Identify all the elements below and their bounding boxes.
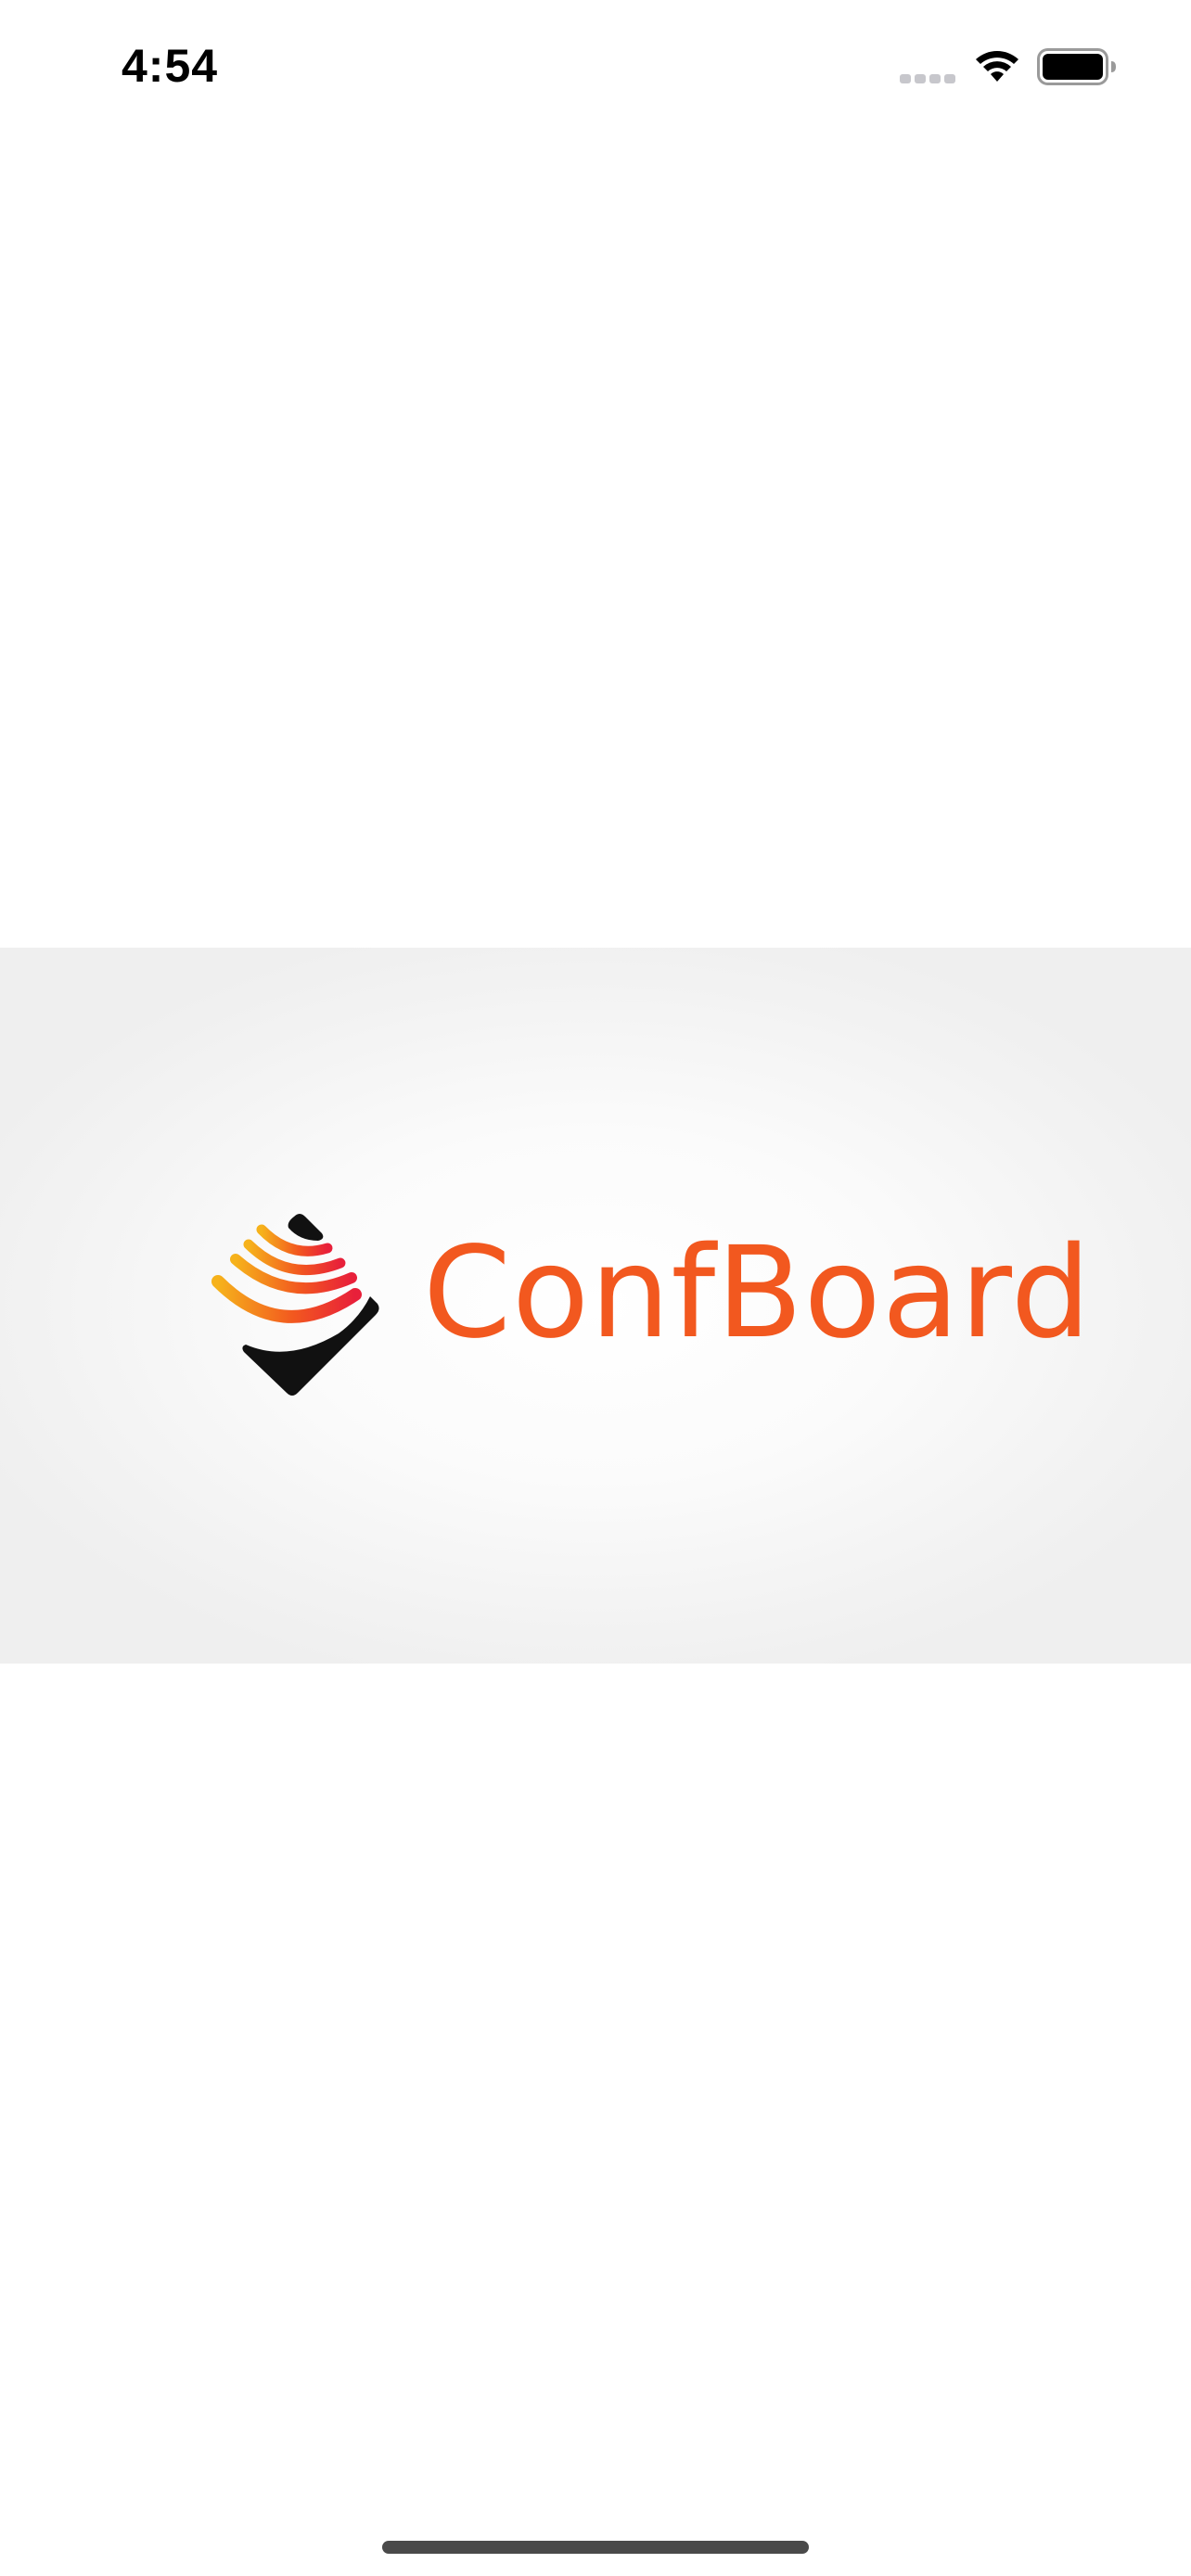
confboard-logo-icon bbox=[211, 1214, 379, 1396]
battery-icon bbox=[1037, 48, 1116, 85]
home-indicator[interactable] bbox=[382, 2541, 809, 2554]
status-bar: 4:54 bbox=[0, 0, 1191, 130]
wifi-icon bbox=[976, 51, 1018, 82]
signal-icon bbox=[900, 74, 955, 83]
confboard-logo-text: ConfBoard bbox=[423, 1220, 1092, 1367]
status-time: 4:54 bbox=[122, 40, 219, 92]
